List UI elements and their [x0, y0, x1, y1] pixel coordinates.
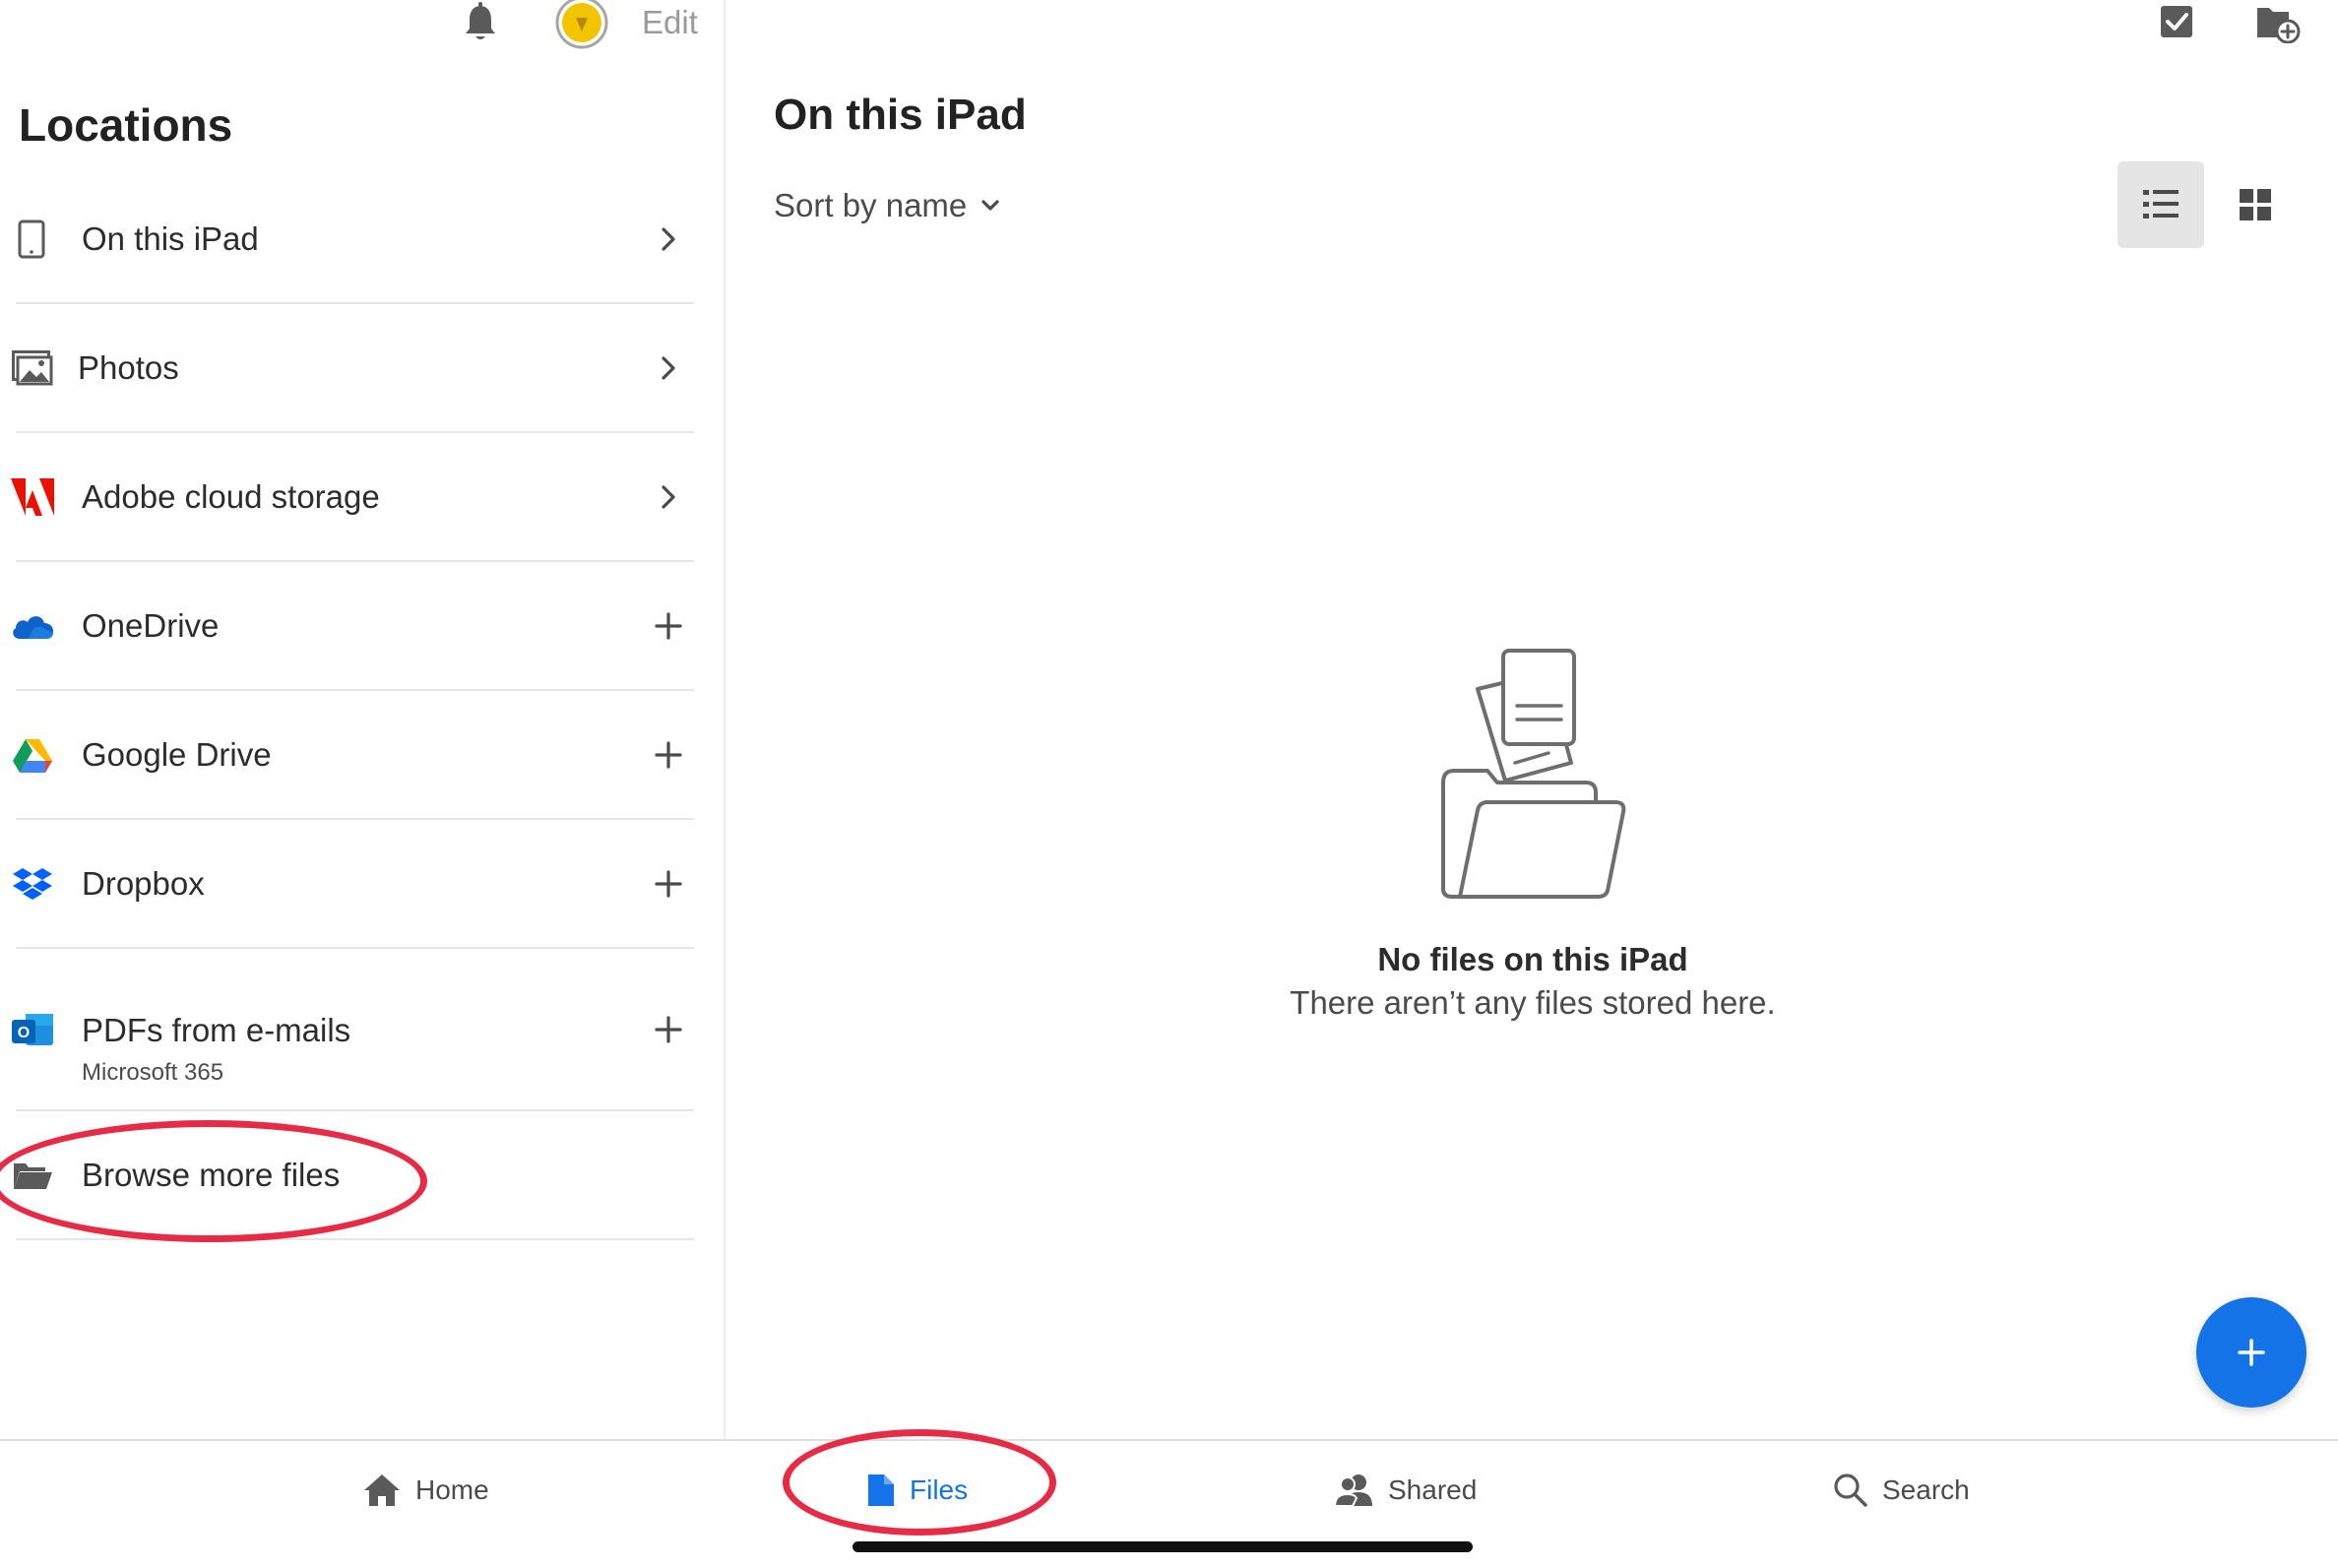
tab-label: Home	[415, 1474, 489, 1505]
location-label: On this iPad	[82, 220, 259, 257]
location-dropbox[interactable]: Dropbox	[13, 820, 694, 949]
location-google-drive[interactable]: Google Drive	[13, 691, 694, 820]
bell-icon[interactable]	[461, 2, 500, 43]
adobe-icon	[8, 472, 57, 522]
home-icon	[364, 1474, 400, 1506]
empty-state-subtitle: There aren’t any files stored here.	[1290, 984, 1776, 1021]
chevron-down-icon	[981, 200, 999, 211]
plus-icon[interactable]	[651, 608, 686, 644]
tab-label: Search	[1882, 1474, 1970, 1505]
locations-heading: Locations	[19, 99, 233, 151]
locations-list: On this iPad Photos Adobe cloud storage	[0, 175, 694, 1240]
annotation-circle-files	[783, 1429, 1056, 1536]
tab-search[interactable]: Search	[1833, 1441, 1970, 1539]
annotation-circle-browse	[0, 1120, 427, 1242]
plus-icon[interactable]	[651, 1012, 686, 1047]
edit-button[interactable]: Edit	[642, 4, 698, 41]
location-pdfs-from-emails[interactable]: O PDFs from e-mails Microsoft 365	[12, 949, 694, 1111]
empty-folder-illustration	[1441, 649, 1626, 899]
location-label: PDFs from e-mails	[82, 1012, 351, 1048]
location-photos[interactable]: Photos	[12, 304, 694, 433]
sidebar-toolbar: Edit	[0, 0, 726, 49]
tab-shared[interactable]: Shared	[1333, 1441, 1477, 1539]
sidebar: Edit Locations On this iPad Photos Adobe…	[0, 0, 726, 1439]
location-label: Dropbox	[82, 864, 205, 902]
ipad-icon	[8, 215, 57, 264]
search-icon	[1834, 1474, 1867, 1507]
chevron-right-icon	[651, 350, 686, 386]
location-label: Photos	[78, 348, 179, 386]
sort-dropdown[interactable]: Sort by name	[774, 187, 1000, 224]
add-button[interactable]	[2196, 1297, 2306, 1408]
location-adobe-cloud-storage[interactable]: Adobe cloud storage	[11, 433, 694, 562]
location-on-this-ipad[interactable]: On this iPad	[16, 175, 694, 304]
avatar[interactable]	[554, 0, 609, 49]
shared-users-icon	[1333, 1474, 1372, 1507]
grid-view-icon	[2240, 189, 2271, 220]
grid-view-button[interactable]	[2212, 161, 2299, 248]
home-indicator	[853, 1541, 1473, 1552]
location-label: Adobe cloud storage	[82, 477, 380, 515]
tab-home[interactable]: Home	[362, 1441, 489, 1539]
location-label: Google Drive	[82, 735, 272, 773]
page-title: On this iPad	[774, 91, 1027, 139]
plus-icon[interactable]	[651, 737, 686, 773]
chevron-right-icon	[651, 221, 686, 257]
dropbox-icon	[8, 859, 57, 909]
google-drive-icon	[8, 730, 57, 780]
location-sublabel: Microsoft 365	[82, 1059, 224, 1086]
location-label: OneDrive	[82, 606, 220, 644]
plus-icon	[2238, 1339, 2265, 1366]
svg-text:O: O	[18, 1025, 30, 1041]
plus-icon[interactable]	[651, 866, 686, 902]
photos-icon	[8, 344, 57, 393]
sort-label: Sort by name	[774, 187, 968, 223]
empty-state-title: No files on this iPad	[1377, 941, 1688, 977]
list-view-button[interactable]	[2117, 161, 2204, 248]
new-folder-icon[interactable]	[2255, 2, 2301, 43]
location-onedrive[interactable]: OneDrive	[13, 562, 694, 691]
main-panel: On this iPad Sort by name No files on th…	[727, 0, 2338, 1439]
chevron-right-icon	[651, 479, 686, 515]
onedrive-icon	[8, 601, 57, 651]
select-checkbox-icon[interactable]	[2157, 2, 2196, 41]
list-view-icon	[2143, 190, 2179, 219]
tab-label: Shared	[1388, 1474, 1478, 1505]
outlook-icon: O	[8, 1005, 57, 1054]
